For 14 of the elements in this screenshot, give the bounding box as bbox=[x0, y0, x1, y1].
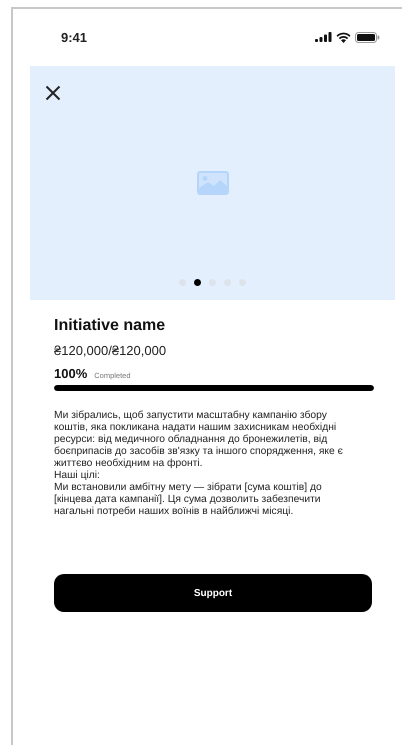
description-paragraph: Наші цілі: bbox=[54, 470, 101, 482]
signal-icon bbox=[315, 32, 332, 42]
description-paragraph: Ми встановили амбітну мету — зібрати [сума коштів] до [кінцева дата кампанії]. Ця сума дозволить забезпечити нагальні потреби наших воїнів в найближчі місяці. bbox=[54, 482, 323, 518]
image-icon bbox=[196, 171, 228, 195]
amount-raised: ₴120,000/₴120,000 bbox=[54, 343, 168, 358]
initiative-title: Initiative name bbox=[54, 317, 166, 335]
battery-icon bbox=[355, 32, 380, 42]
wifi-icon bbox=[336, 32, 351, 42]
percent-value: 100% bbox=[54, 366, 88, 381]
support-button[interactable]: Support bbox=[54, 574, 372, 612]
description-paragraph: Ми зібрались, щоб запустити масштабну кампанію збору коштів, яка покликана надати нашим захисникам необхідні ресурси: від медичного обладнання до бронежилетів, від боєприпасів до засобів зв'язку та іншого спорядження, яке є життєво необхідним на фронті. bbox=[54, 410, 344, 470]
carousel-dot[interactable] bbox=[194, 279, 201, 286]
status-time: 9:41 bbox=[61, 30, 88, 44]
close-icon[interactable] bbox=[45, 85, 61, 101]
